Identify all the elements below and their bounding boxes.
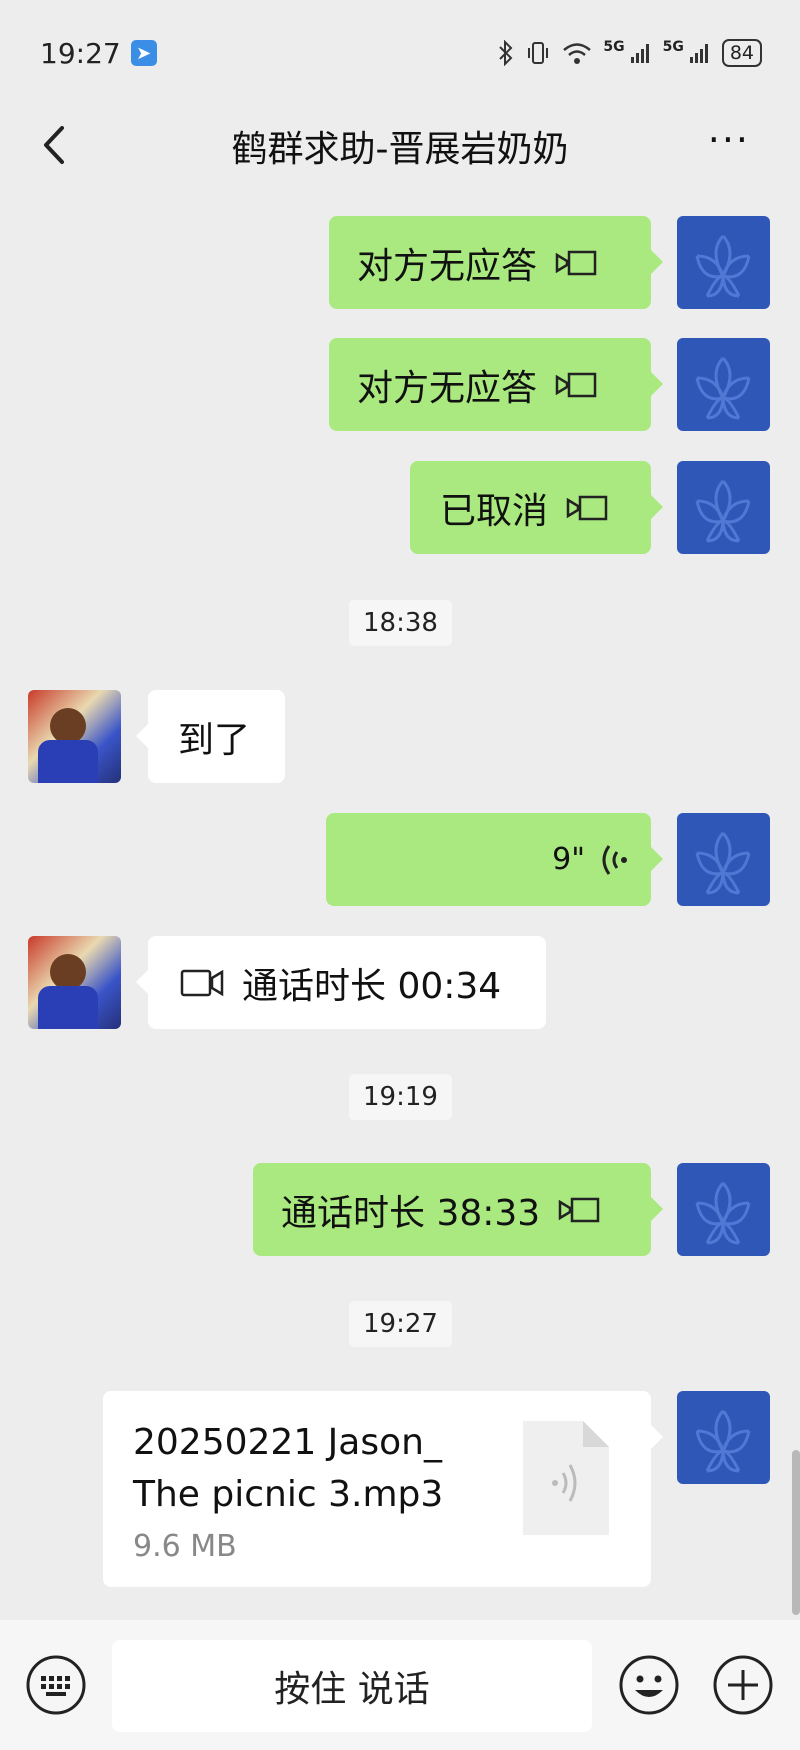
message-text: 对方无应答	[357, 367, 538, 409]
chat-header: 鹤群求助-晋展岩奶奶 ···	[0, 106, 800, 186]
message-bubble-call-declined[interactable]: 对方无应答	[329, 216, 663, 309]
video-call-icon	[566, 495, 608, 520]
message-bubble-call-declined[interactable]: 对方无应答	[329, 338, 663, 431]
video-call-icon	[555, 372, 597, 397]
keyboard-toggle-icon[interactable]	[25, 1654, 87, 1716]
chat-title: 鹤群求助-晋展岩奶奶	[231, 129, 569, 170]
hold-to-talk-button[interactable]: 按住 说话	[112, 1640, 592, 1732]
message-bubble-call-cancelled[interactable]: 已取消	[410, 461, 663, 554]
video-call-icon	[558, 1197, 600, 1222]
voice-message-bubble[interactable]: 9"	[326, 813, 663, 906]
message-text: 通话时长 38:33	[281, 1192, 541, 1234]
status-right: 5G 5G 84	[497, 39, 762, 67]
vibrate-icon	[528, 42, 549, 64]
network-type-2: 5G	[662, 39, 684, 55]
audio-file-icon	[523, 1421, 609, 1535]
emoji-icon[interactable]	[618, 1654, 680, 1716]
voice-wave-icon	[602, 844, 627, 875]
my-avatar[interactable]	[677, 338, 770, 431]
message-timestamp: 18:38	[349, 600, 452, 646]
file-size: 9.6 MB	[133, 1529, 237, 1564]
status-left: 19:27 ➤	[40, 37, 157, 70]
message-bubble-video-call[interactable]: 通话时长 00:34	[136, 936, 546, 1029]
status-time: 19:27	[40, 36, 121, 70]
video-call-icon	[180, 969, 224, 996]
bluetooth-icon	[499, 40, 513, 66]
network-type-1: 5G	[603, 39, 625, 55]
message-text: 已取消	[440, 490, 549, 532]
message-text: 到了	[178, 719, 251, 761]
contact-avatar[interactable]	[28, 690, 121, 783]
my-avatar[interactable]	[677, 461, 770, 554]
contact-avatar[interactable]	[28, 936, 121, 1029]
voice-duration: 9"	[552, 842, 585, 877]
message-timestamp: 19:19	[349, 1074, 452, 1120]
my-avatar[interactable]	[677, 1391, 770, 1484]
input-bar: 按住 说话	[0, 1620, 800, 1750]
status-bar: 19:27 ➤ 5G 5G 84	[0, 0, 800, 106]
more-options-icon[interactable]: ···	[708, 118, 750, 162]
signal-icon-2	[689, 44, 708, 63]
message-timestamp: 19:27	[349, 1301, 452, 1347]
my-avatar[interactable]	[677, 813, 770, 906]
back-arrow-icon[interactable]	[34, 120, 74, 170]
video-call-icon	[555, 250, 597, 275]
signal-icon-1	[630, 44, 649, 63]
add-more-icon[interactable]	[712, 1654, 774, 1716]
battery-indicator: 84	[721, 39, 762, 67]
message-text: 通话时长 00:34	[242, 965, 502, 1007]
scrollbar-thumb[interactable]	[792, 1450, 800, 1615]
notification-app-icon: ➤	[130, 40, 157, 66]
message-bubble-call-duration[interactable]: 通话时长 38:33	[253, 1163, 663, 1256]
my-avatar[interactable]	[677, 216, 770, 309]
message-list[interactable]: 对方无应答 对方无应答 已取消 18:38 到了 9" 通话时长 00:34 1…	[0, 186, 800, 1620]
file-message-card[interactable]: 20250221 Jason_ The picnic 3.mp3 9.6 MB	[103, 1391, 663, 1587]
message-text: 对方无应答	[357, 245, 538, 287]
wifi-icon	[563, 43, 592, 64]
my-avatar[interactable]	[677, 1163, 770, 1256]
file-name: 20250221 Jason_ The picnic 3.mp3	[133, 1422, 444, 1515]
message-bubble-text[interactable]: 到了	[136, 690, 285, 783]
